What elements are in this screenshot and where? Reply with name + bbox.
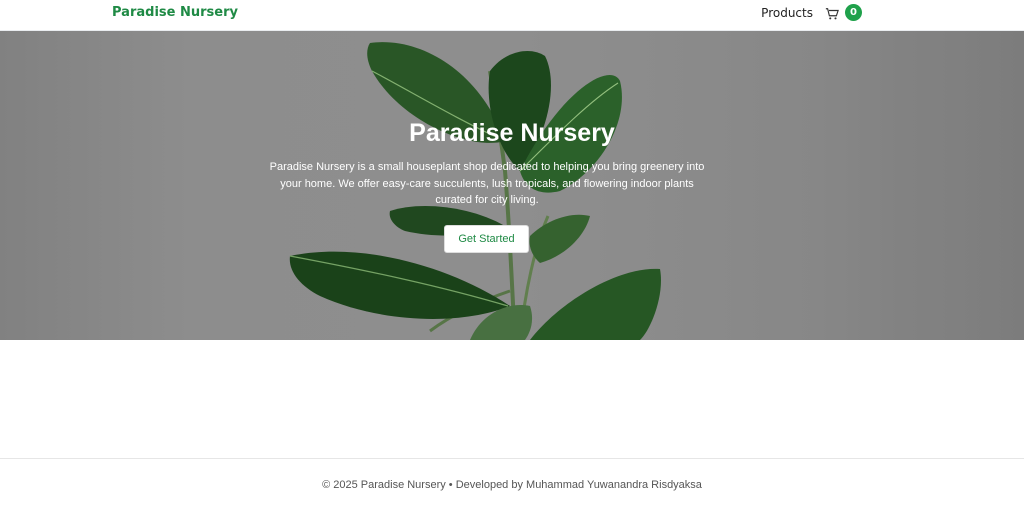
products-link[interactable]: Products bbox=[761, 6, 813, 20]
nav-right: Products 0 bbox=[761, 4, 862, 21]
footer-copyright: © 2025 Paradise Nursery • Developed by M… bbox=[322, 479, 702, 491]
hero-title: Paradise Nursery bbox=[409, 119, 615, 147]
hero-description: Paradise Nursery is a small houseplant s… bbox=[269, 161, 705, 206]
hero-section: Paradise Nursery Paradise Nursery is a s… bbox=[0, 31, 1024, 340]
shopping-cart-icon[interactable] bbox=[825, 6, 839, 20]
brand-logo-link[interactable]: Paradise Nursery bbox=[112, 5, 238, 20]
cart-count-badge[interactable]: 0 bbox=[845, 4, 862, 21]
get-started-button[interactable]: Get Started bbox=[444, 225, 529, 253]
footer: © 2025 Paradise Nursery • Developed by M… bbox=[0, 458, 1024, 505]
navbar: Paradise Nursery Products 0 bbox=[0, 0, 1024, 31]
